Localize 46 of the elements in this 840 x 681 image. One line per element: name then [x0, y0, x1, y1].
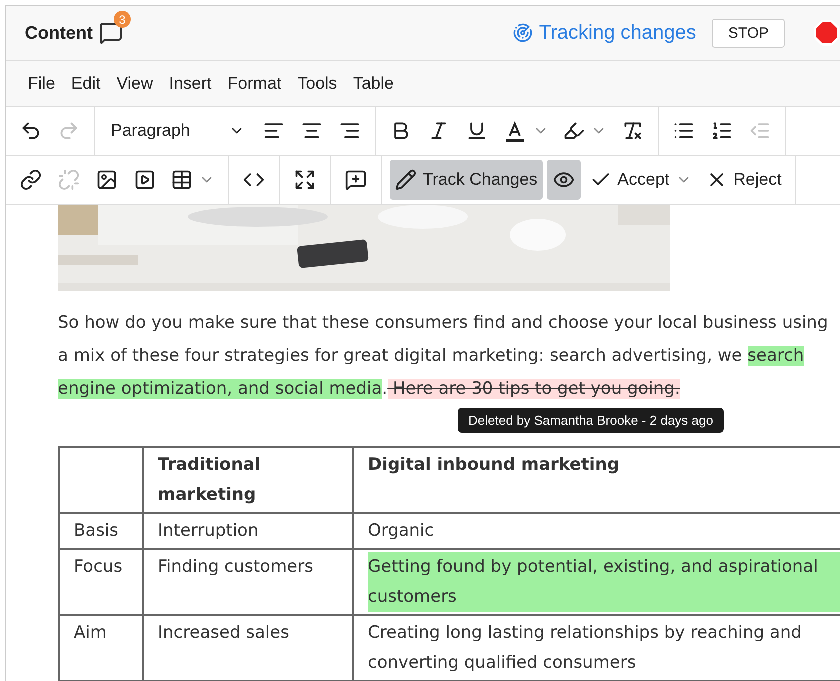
table-cell: Finding customers: [158, 557, 314, 577]
menu-item[interactable]: Edit: [65, 70, 107, 98]
highlighter-icon: [563, 120, 585, 142]
table-cell: Getting found by potential, existing, and aspirational customers: [368, 552, 840, 612]
link-icon: [20, 169, 42, 191]
undo-icon: [20, 120, 42, 142]
add-comment-icon: [345, 169, 367, 191]
menu-item[interactable]: File: [22, 70, 62, 98]
table-cell: Interruption: [158, 521, 259, 541]
fullscreen-icon: [294, 169, 316, 191]
table-cell: Organic: [368, 521, 434, 541]
reject-button[interactable]: Reject: [700, 160, 787, 200]
tooltip: Deleted by Samantha Brooke - 2 days ago: [458, 408, 724, 433]
table-icon: [171, 169, 193, 191]
tracking-status: Tracking changes: [539, 22, 696, 44]
table-cell: Aim: [74, 623, 107, 643]
table-cell: Basis: [74, 521, 119, 541]
menu-item[interactable]: Format: [222, 70, 288, 98]
column-header: Digital inbound marketing: [368, 455, 620, 475]
redo-icon: [58, 120, 80, 142]
play-icon: [134, 169, 156, 191]
table-cell: Increased sales: [158, 623, 290, 643]
unlink-icon: [58, 169, 80, 191]
numbered-list-icon: [711, 120, 733, 142]
track-button[interactable]: Track Changes: [390, 160, 543, 200]
clear-formatting-icon: [622, 120, 644, 142]
paragraph: So how do you make sure that these consumers find and choose your local business using a mix of these four strategies for great digital marketing: search advertising, we search engine optimization, and social media. Here are 30 tips to get you going.: [58, 312, 830, 401]
text-color-icon: [503, 119, 527, 143]
menu-item[interactable]: Tools: [292, 70, 344, 98]
menu-item[interactable]: Insert: [163, 70, 218, 98]
alert-icon[interactable]: [813, 19, 840, 47]
accept-button[interactable]: Accept: [584, 160, 697, 200]
menu-item[interactable]: Table: [347, 70, 400, 98]
preview-button[interactable]: [546, 160, 581, 200]
image-icon: [96, 169, 118, 191]
pencil-icon: [395, 169, 417, 191]
table-cell: Focus: [74, 557, 123, 577]
table-cell: Creating long lasting relationships by reaching and converting qualified consumers: [368, 623, 802, 673]
tracking-icon: [513, 23, 534, 43]
menu-item[interactable]: View: [110, 70, 160, 98]
editor-title: Content: [25, 22, 93, 44]
comment-count-badge: 3: [114, 11, 131, 28]
column-header: Traditional marketing: [158, 455, 261, 505]
block-format-select[interactable]: Paragraph: [103, 111, 253, 151]
underline-icon: [466, 120, 488, 142]
stop-button[interactable]: STOP: [712, 18, 785, 48]
